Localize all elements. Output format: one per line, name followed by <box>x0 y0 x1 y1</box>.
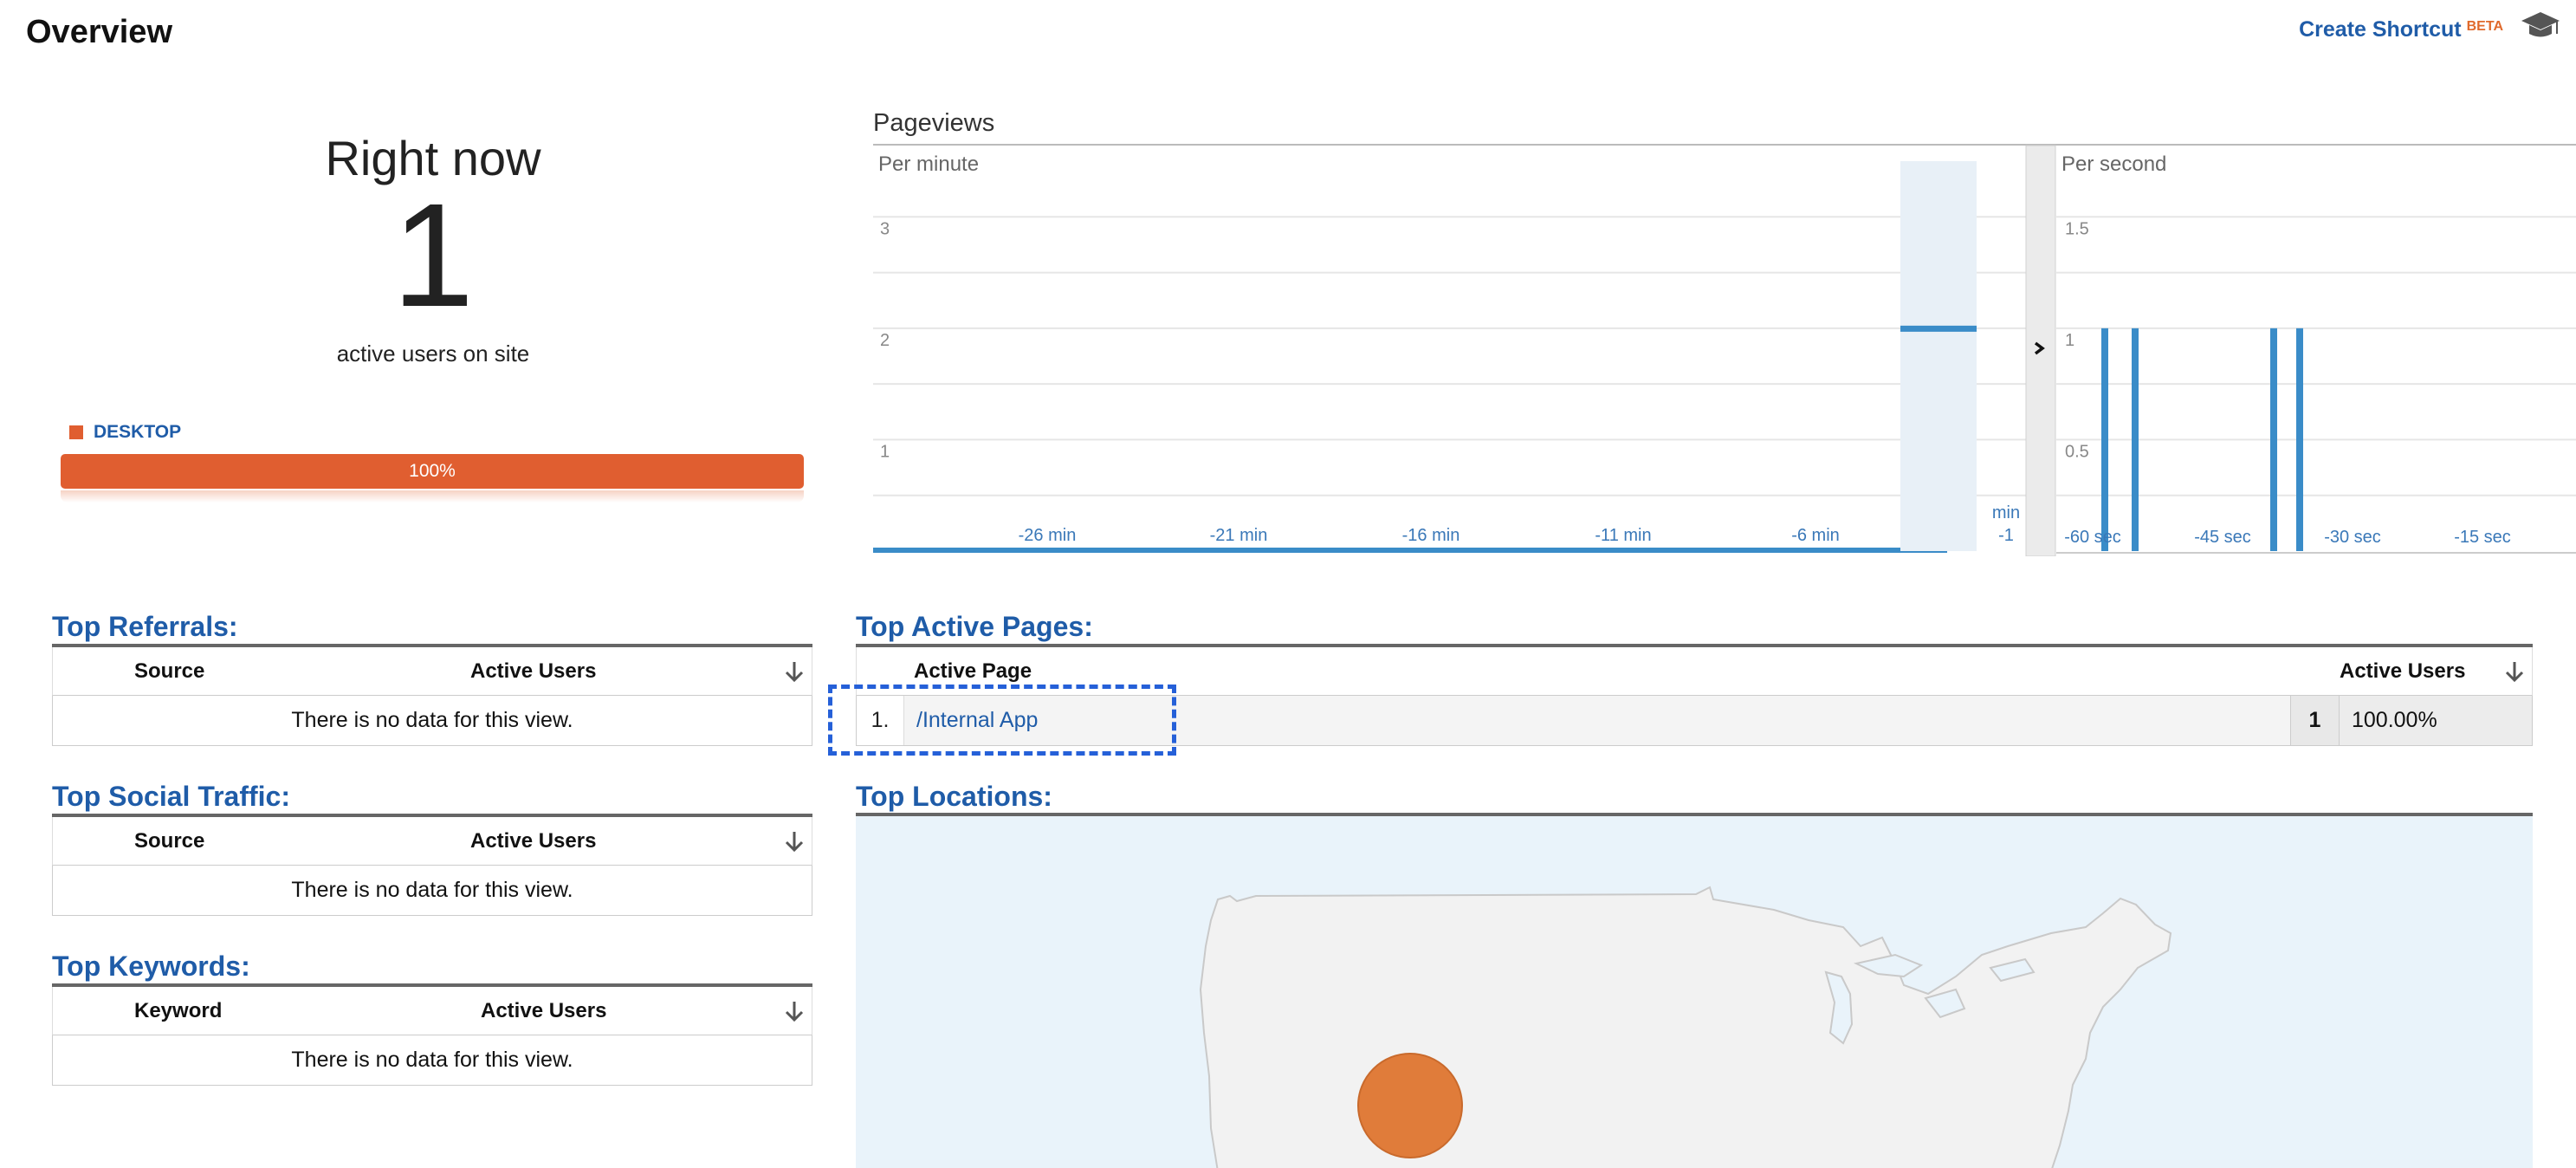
per-second-chart: Per second 0.5 1 1.5 -60 sec -45 sec -30 sec… <box>2056 152 2576 554</box>
x-tick-label: -26 min <box>1019 526 1077 545</box>
locations-map[interactable] <box>856 813 2533 1168</box>
column-keyword[interactable]: Keyword <box>134 999 222 1023</box>
x-tick-label: -60 sec <box>2064 528 2121 547</box>
column-source[interactable]: Source <box>134 829 204 853</box>
top-social-traffic-table: Source Active Users There is no data for… <box>52 814 812 916</box>
y-tick-label: 1.5 <box>2065 219 2089 238</box>
device-legend: DESKTOP <box>69 422 181 443</box>
current-minute-highlight <box>1900 161 1977 551</box>
bar <box>2132 328 2139 551</box>
location-marker[interactable] <box>1357 1053 1463 1158</box>
per-second-label: Per second <box>2061 152 2166 176</box>
bar <box>2296 328 2303 551</box>
create-shortcut-link[interactable]: Create Shortcut BETA <box>2299 17 2503 42</box>
x-tick-label: -11 min <box>1595 526 1651 545</box>
empty-row: There is no data for this view. <box>52 866 812 916</box>
sort-down-arrow-icon[interactable] <box>784 659 805 684</box>
empty-row: There is no data for this view. <box>52 696 812 746</box>
y-tick-label: 1 <box>2065 331 2074 350</box>
column-source[interactable]: Source <box>134 659 204 684</box>
top-keywords-title: Top Keywords: <box>52 951 250 982</box>
desktop-share-bar: 100% <box>61 454 804 489</box>
pageviews-chart: Per minute 1 2 3 -26 min -21 min -16 min -11 … <box>873 144 2576 556</box>
page-title: Overview <box>26 14 172 50</box>
top-referrals-table: Source Active Users There is no data for… <box>52 644 812 746</box>
desktop-swatch <box>69 425 83 439</box>
x-tick-label: -45 sec <box>2194 528 2251 547</box>
sort-down-arrow-icon[interactable] <box>784 829 805 853</box>
per-minute-chart: Per minute 1 2 3 -26 min -21 min -16 min -11 … <box>873 152 2026 553</box>
per-minute-label: Per minute <box>878 152 979 176</box>
desktop-bar-shadow <box>61 490 804 503</box>
x-tick-label: -6 min <box>1791 526 1840 545</box>
x-tick-unit-label: min <box>1992 503 2020 522</box>
column-active-page[interactable]: Active Page <box>914 659 1032 684</box>
x-tick-label: -30 sec <box>2324 528 2381 547</box>
column-active-users[interactable]: Active Users <box>470 829 596 853</box>
sort-down-arrow-icon[interactable] <box>2504 659 2525 684</box>
desktop-share-percent: 100% <box>409 461 456 481</box>
column-active-users[interactable]: Active Users <box>2340 659 2465 684</box>
top-active-pages-title: Top Active Pages: <box>856 611 1093 642</box>
top-social-traffic-title: Top Social Traffic: <box>52 781 290 812</box>
table-header: Source Active Users <box>52 817 812 866</box>
x-tick-label: -21 min <box>1210 526 1268 545</box>
sort-down-arrow-icon[interactable] <box>784 999 805 1023</box>
beta-badge: BETA <box>2466 19 2503 34</box>
top-keywords-table: Keyword Active Users There is no data fo… <box>52 983 812 1086</box>
column-active-users[interactable]: Active Users <box>470 659 596 684</box>
active-users-count: 1 <box>392 173 475 338</box>
empty-row: There is no data for this view. <box>52 1035 812 1086</box>
bar <box>1900 325 1977 332</box>
table-header: Source Active Users <box>52 647 812 696</box>
bar <box>2101 328 2108 551</box>
table-header: Keyword Active Users <box>52 987 812 1035</box>
x-tick-label: -15 sec <box>2454 528 2511 547</box>
row-percent: 100.00% <box>2339 696 2533 745</box>
y-tick-label: 1 <box>880 442 890 461</box>
x-tick-label: -1 <box>1998 526 2014 545</box>
create-shortcut-label[interactable]: Create Shortcut <box>2299 17 2462 42</box>
y-tick-label: 3 <box>880 219 890 238</box>
top-locations-title: Top Locations: <box>856 781 1052 812</box>
us-map <box>1199 886 2172 1168</box>
x-tick-label: -16 min <box>1402 526 1460 545</box>
desktop-label: DESKTOP <box>94 422 182 442</box>
row-active-users: 1 <box>2290 696 2339 745</box>
bar <box>2270 328 2277 551</box>
active-users-subtitle: active users on site <box>336 341 530 367</box>
graduation-cap-icon[interactable] <box>2521 10 2560 42</box>
us-outline <box>1199 886 2172 1168</box>
y-tick-label: 0.5 <box>2065 442 2089 461</box>
pageviews-title: Pageviews <box>873 109 995 137</box>
column-active-users[interactable]: Active Users <box>481 999 606 1023</box>
y-tick-label: 2 <box>880 331 890 350</box>
highlight-box <box>828 685 1176 756</box>
top-referrals-title: Top Referrals: <box>52 611 238 642</box>
